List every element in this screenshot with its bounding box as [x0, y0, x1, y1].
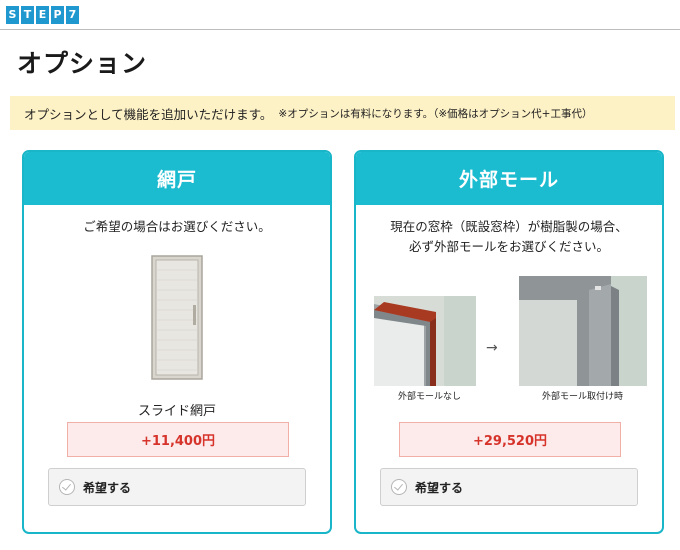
page-title: オプション: [17, 49, 148, 78]
price-display: +29,520円: [399, 422, 621, 457]
want-option-label: 希望する: [415, 480, 464, 495]
check-circle-icon: [391, 479, 407, 495]
image-caption: 外部モール取付け時: [542, 392, 624, 402]
price-display: +11,400円: [67, 422, 289, 457]
step-letter: E: [36, 6, 49, 24]
option-card-exterior-molding: 外部モール 現在の窓枠（既設窓枠）が樹脂製の場合、 必ず外部モールをお選びくださ…: [354, 150, 664, 534]
option-notice: オプションとして機能を追加いただけます。 ※オプションは有料になります。（※価格…: [10, 96, 675, 130]
frame-without-molding-image: [374, 296, 476, 386]
notice-sub-text: ※オプションは有料になります。（※価格はオプション代+工事代）: [278, 107, 593, 120]
option-card-screen-door: 網戸 ご希望の場合はお選びください。 スライド網戸 +11,400円 希望する: [22, 150, 332, 534]
want-option-checkbox-exterior-molding[interactable]: 希望する: [380, 468, 638, 506]
image-caption: 外部モールなし: [398, 392, 462, 402]
step-letter: P: [51, 6, 64, 24]
step-letter: T: [21, 6, 34, 24]
step-badge: S T E P 7: [6, 6, 79, 24]
arrow-right-icon: →: [486, 340, 498, 356]
card-description: ご希望の場合はお選びください。: [24, 217, 330, 237]
step-letter: S: [6, 6, 19, 24]
card-description: 現在の窓枠（既設窓枠）が樹脂製の場合、 必ず外部モールをお選びください。: [356, 217, 662, 257]
want-option-label: 希望する: [83, 480, 132, 495]
step-number: 7: [66, 6, 79, 24]
card-description-line: 必ず外部モールをお選びください。: [408, 239, 609, 254]
want-option-checkbox-screen-door[interactable]: 希望する: [48, 468, 306, 506]
card-description-line: ご希望の場合はお選びください。: [83, 219, 271, 234]
product-name: スライド網戸: [137, 404, 216, 419]
frame-with-molding-image: [519, 276, 647, 386]
card-title: 外部モール: [356, 152, 662, 205]
top-divider: [0, 29, 680, 30]
screen-door-image: [151, 255, 203, 380]
notice-main-text: オプションとして機能を追加いただけます。: [24, 106, 273, 122]
card-description-line: 現在の窓枠（既設窓枠）が樹脂製の場合、: [390, 219, 628, 234]
check-circle-icon: [59, 479, 75, 495]
card-title: 網戸: [24, 152, 330, 205]
